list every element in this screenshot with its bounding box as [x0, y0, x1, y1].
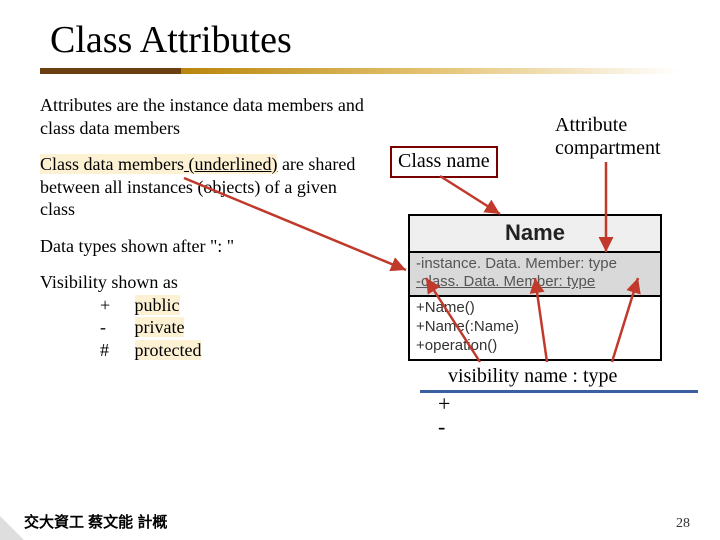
label-line: Attribute — [555, 114, 627, 136]
plus-minus-symbols: + - — [438, 392, 450, 438]
vis-sym: + — [100, 294, 130, 317]
plus-icon: + — [438, 392, 450, 415]
vis-word: protected — [135, 340, 202, 360]
vis-row-protected: # protected — [100, 339, 370, 362]
uml-attributes-compartment: -instance. Data. Member: type -class. Da… — [410, 253, 660, 298]
uml-attr-row-class: -class. Data. Member: type — [416, 273, 654, 292]
visibility-block: Visibility shown as + public - private #… — [40, 271, 370, 361]
uml-op-row: +Name(:Name) — [416, 318, 654, 337]
vis-sym: # — [100, 339, 130, 362]
uml-attr-row: -instance. Data. Member: type — [416, 255, 654, 274]
vis-row-public: + public — [100, 294, 370, 317]
vis-row-private: - private — [100, 316, 370, 339]
page-curl-icon — [0, 516, 24, 540]
uml-class-box: Name -instance. Data. Member: type -clas… — [408, 214, 662, 361]
label-visibility-name-type: visibility name : type — [448, 364, 617, 389]
footer-author: 交大資工 蔡文能 計概 — [24, 511, 167, 532]
vis-word: public — [135, 295, 180, 315]
visibility-heading: Visibility shown as — [40, 271, 370, 294]
uml-operations-compartment: +Name() +Name(:Name) +operation() — [410, 297, 660, 359]
minus-icon: - — [438, 415, 450, 438]
paragraph-class-data-members: Class data members (underlined) are shar… — [40, 153, 370, 221]
uml-class-name: Name — [410, 216, 660, 253]
blue-underline — [420, 390, 698, 393]
page-number: 28 — [676, 516, 690, 532]
label-line: compartment — [555, 137, 661, 159]
paragraph-attributes-def: Attributes are the instance data members… — [40, 94, 370, 139]
slide-title: Class Attributes — [0, 0, 720, 66]
uml-op-row: +Name() — [416, 299, 654, 318]
label-attribute-compartment: Attribute compartment — [555, 114, 661, 160]
label-class-name: Class name — [390, 146, 498, 178]
highlight-class-data-members: Class data members — [40, 154, 184, 174]
paragraph-data-types: Data types shown after ": " — [40, 235, 370, 258]
vis-sym: - — [100, 316, 130, 339]
uml-op-row: +operation() — [416, 337, 654, 356]
highlight-underlined: (underlined) — [184, 154, 277, 174]
vis-word: private — [135, 317, 185, 337]
